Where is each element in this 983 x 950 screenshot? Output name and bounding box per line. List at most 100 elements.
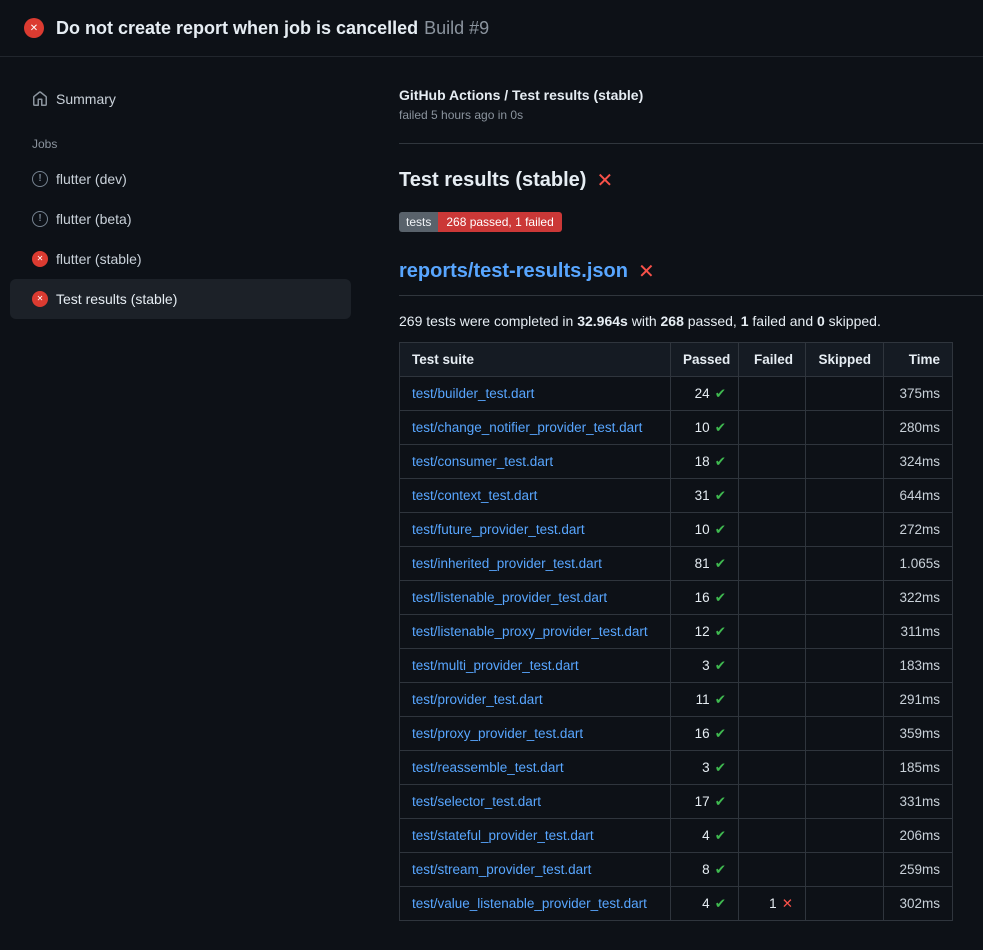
sidebar-item-label: flutter (dev) — [56, 169, 127, 189]
badge-value: 268 passed, 1 failed — [438, 212, 561, 232]
failed-cell — [739, 513, 806, 547]
failed-cell — [739, 581, 806, 615]
suite-link[interactable]: test/change_notifier_provider_test.dart — [412, 420, 642, 435]
suite-link[interactable]: test/consumer_test.dart — [412, 454, 553, 469]
table-row: test/consumer_test.dart 18✔ 324ms — [400, 445, 953, 479]
suite-link[interactable]: test/listenable_proxy_provider_test.dart — [412, 624, 648, 639]
time-cell: 375ms — [884, 377, 953, 411]
check-icon: ✔ — [715, 590, 726, 605]
time-cell: 206ms — [884, 819, 953, 853]
passed-cell: 18✔ — [671, 445, 739, 479]
section-title: Test results (stable) ✕ — [399, 169, 983, 192]
time-cell: 324ms — [884, 445, 953, 479]
skipped-cell — [806, 479, 884, 513]
suite-link[interactable]: test/proxy_provider_test.dart — [412, 726, 583, 741]
table-row: test/future_provider_test.dart10✔272ms — [400, 513, 953, 547]
passed-cell: 4✔ — [671, 819, 739, 853]
jobs-list: ! flutter (dev) !flutter (beta)✕flutter (s… — [10, 159, 351, 319]
col-header-time: Time — [884, 343, 953, 377]
report-title: reports/test-results.json ✕ — [399, 260, 983, 283]
skipped-cell — [806, 887, 884, 921]
passed-cell: 16✔ — [671, 581, 739, 615]
suite-link[interactable]: test/stream_provider_test.dart — [412, 862, 591, 877]
skipped-cell — [806, 377, 884, 411]
suite-link[interactable]: test/inherited_provider_test.dart — [412, 556, 602, 571]
check-icon: ✔ — [715, 522, 726, 537]
table-row: test/listenable_proxy_provider_test.dart… — [400, 615, 953, 649]
failed-cell — [739, 853, 806, 887]
time-cell: 331ms — [884, 785, 953, 819]
time-cell: 183ms — [884, 649, 953, 683]
check-icon: ✔ — [715, 386, 726, 401]
divider — [399, 143, 983, 144]
suite-link[interactable]: test/context_test.dart — [412, 488, 537, 503]
report-file-link[interactable]: reports/test-results.json — [399, 260, 628, 283]
stopped-circle-icon: ! — [32, 171, 48, 187]
suite-link[interactable]: test/stateful_provider_test.dart — [412, 828, 594, 843]
time-cell: 280ms — [884, 411, 953, 445]
skipped-cell — [806, 547, 884, 581]
sidebar: Summary Jobs ! flutter (dev) !flutter (bet… — [0, 57, 375, 343]
passed-cell: 17✔ — [671, 785, 739, 819]
check-icon: ✔ — [715, 726, 726, 741]
skipped-cell — [806, 615, 884, 649]
sidebar-item-job[interactable]: ✕Test results (stable) — [10, 279, 351, 319]
passed-cell: 8✔ — [671, 853, 739, 887]
passed-cell: 24✔ — [671, 377, 739, 411]
suite-link[interactable]: test/reassemble_test.dart — [412, 760, 564, 775]
failed-cell — [739, 717, 806, 751]
check-icon: ✔ — [715, 828, 726, 843]
skipped-cell — [806, 683, 884, 717]
sidebar-item-summary[interactable]: Summary — [10, 79, 351, 119]
passed-cell: 16✔ — [671, 717, 739, 751]
divider — [399, 295, 983, 296]
suite-link[interactable]: test/provider_test.dart — [412, 692, 543, 707]
col-header-passed: Passed — [671, 343, 739, 377]
table-row: test/inherited_provider_test.dart81✔1.06… — [400, 547, 953, 581]
table-row: test/builder_test.dart 24✔ 375ms — [400, 377, 953, 411]
passed-cell: 12✔ — [671, 615, 739, 649]
passed-cell: 10✔ — [671, 411, 739, 445]
time-cell: 359ms — [884, 717, 953, 751]
time-cell: 322ms — [884, 581, 953, 615]
sidebar-item-job[interactable]: ✕flutter (stable) — [10, 239, 351, 279]
sidebar-item-job[interactable]: !flutter (beta) — [10, 199, 351, 239]
breadcrumb: GitHub Actions / Test results (stable) — [399, 87, 983, 103]
skipped-cell — [806, 853, 884, 887]
sidebar-item-label: Test results (stable) — [56, 289, 177, 309]
table-row: test/listenable_provider_test.dart 16✔ 322… — [400, 581, 953, 615]
check-icon: ✔ — [715, 692, 726, 707]
suite-link[interactable]: test/future_provider_test.dart — [412, 522, 585, 537]
time-cell: 302ms — [884, 887, 953, 921]
summary-skipped: 0 — [817, 313, 825, 329]
jobs-section-label: Jobs — [10, 119, 351, 159]
check-icon: ✔ — [715, 420, 726, 435]
time-cell: 185ms — [884, 751, 953, 785]
x-icon: ✕ — [596, 171, 613, 191]
failed-cell — [739, 445, 806, 479]
suite-link[interactable]: test/builder_test.dart — [412, 386, 534, 401]
failed-cell — [739, 751, 806, 785]
suite-link[interactable]: test/listenable_provider_test.dart — [412, 590, 607, 605]
table-row: test/proxy_provider_test.dart 16✔ 359ms — [400, 717, 953, 751]
col-header-skipped: Skipped — [806, 343, 884, 377]
suite-link[interactable]: test/value_listenable_provider_test.dart — [412, 896, 647, 911]
summary-passed: 268 — [661, 313, 684, 329]
summary-failed: 1 — [741, 313, 749, 329]
time-cell: 644ms — [884, 479, 953, 513]
failed-cell — [739, 683, 806, 717]
failed-cell — [739, 649, 806, 683]
sidebar-item-label: Summary — [56, 89, 116, 109]
suite-link[interactable]: test/multi_provider_test.dart — [412, 658, 579, 673]
failed-cell — [739, 377, 806, 411]
check-icon: ✔ — [715, 454, 726, 469]
suite-link[interactable]: test/selector_test.dart — [412, 794, 541, 809]
sidebar-item-label: flutter (stable) — [56, 249, 142, 269]
check-icon: ✔ — [715, 896, 726, 911]
passed-cell: 31✔ — [671, 479, 739, 513]
check-icon: ✔ — [715, 862, 726, 877]
summary-line: 269 tests were completed in 32.964s with… — [399, 313, 983, 329]
sidebar-item-job[interactable]: ! flutter (dev) — [10, 159, 351, 199]
results-table: Test suite Passed Failed Skipped Time te… — [399, 342, 953, 921]
table-row: test/context_test.dart 31✔ 644ms — [400, 479, 953, 513]
